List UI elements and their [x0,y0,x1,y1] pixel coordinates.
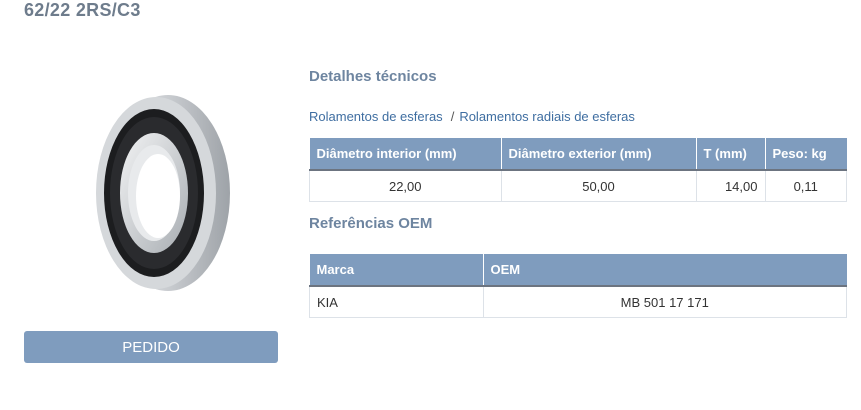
column-header-outer-diameter: Diâmetro exterior (mm) [501,138,697,171]
inner-diameter-value: 22,00 [309,169,502,202]
technical-details-heading: Detalhes técnicos [309,68,437,85]
bearing-image [96,95,230,291]
product-title: 62/22 2RS/C3 [24,0,141,20]
column-header-inner-diameter: Diâmetro interior (mm) [309,138,502,171]
breadcrumb-link-radial-ball-bearings[interactable]: Rolamentos radiais de esferas [459,109,635,124]
column-header-weight: Peso: kg [765,138,847,171]
order-button[interactable]: PEDIDO [24,331,278,363]
oem-references-table: Marca OEM KIA MB 501 17 171 [309,254,847,318]
breadcrumb: Rolamentos de esferas / Rolamentos radiais… [309,109,635,124]
oem-number-value: MB 501 17 171 [482,285,847,318]
column-header-brand: Marca [309,254,484,287]
technical-specs-table: Diâmetro interior (mm) Diâmetro exterior… [309,138,847,202]
oem-references-heading: Referências OEM [309,215,433,232]
outer-diameter-value: 50,00 [500,169,697,202]
table-row: KIA MB 501 17 171 [309,285,847,318]
breadcrumb-link-ball-bearings[interactable]: Rolamentos de esferas [309,109,443,124]
column-header-oem: OEM [483,254,847,287]
brand-value: KIA [309,285,484,318]
breadcrumb-separator: / [450,109,455,124]
width-value: 14,00 [695,169,766,202]
column-header-width: T (mm) [696,138,766,171]
table-row: 22,00 50,00 14,00 0,11 [309,169,847,202]
weight-value: 0,11 [764,169,847,202]
